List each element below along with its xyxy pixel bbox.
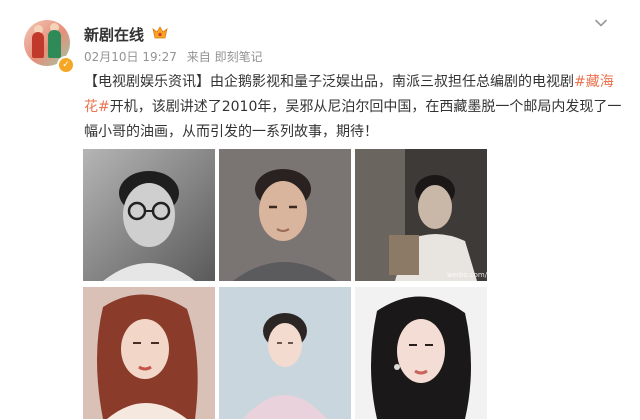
photo-thumbnail[interactable] [219,287,351,419]
post-meta: 02月10日 19:27 来自 即刻笔记 [84,48,269,65]
post-source: 来自 即刻笔记 [186,50,263,64]
post-text-intro: 【电视剧娱乐资讯】由企鹅影视和量子泛娱出品，南派三叔担任总编剧的电视剧 [84,74,574,90]
photo-man-glasses [83,149,215,281]
photo-thumbnail[interactable] [219,149,351,281]
photo-man-portrait [219,149,351,281]
vip-badge-icon[interactable] [152,26,168,40]
photo-woman-auburn [83,287,215,419]
verified-badge-icon: ✓ [57,56,75,74]
avatar-figure [48,30,61,58]
avatar-figure [32,32,44,58]
photo-watermark: weibo.com/u/1... [447,271,487,279]
post-text: 【电视剧娱乐资讯】由企鹅影视和量子泛娱出品，南派三叔担任总编剧的电视剧#藏海花#… [84,70,624,145]
photo-woman-pastel [219,287,351,419]
photo-woman-black-hair [355,287,487,419]
photo-man-seated: weibo.com/u/1... [355,149,487,281]
photo-thumbnail[interactable] [83,287,215,419]
photo-thumbnail[interactable]: weibo.com/u/1... [355,149,487,281]
photo-thumbnail[interactable] [83,149,215,281]
chevron-down-icon[interactable] [592,14,610,32]
photo-thumbnail[interactable] [355,287,487,419]
post-date[interactable]: 02月10日 19:27 [84,50,177,64]
post-text-body: 开机，该剧讲述了2010年，吴邪从尼泊尔回中国，在西藏墨脱一个邮局内发现了一幅小… [84,99,622,140]
username[interactable]: 新剧在线 [84,24,144,45]
